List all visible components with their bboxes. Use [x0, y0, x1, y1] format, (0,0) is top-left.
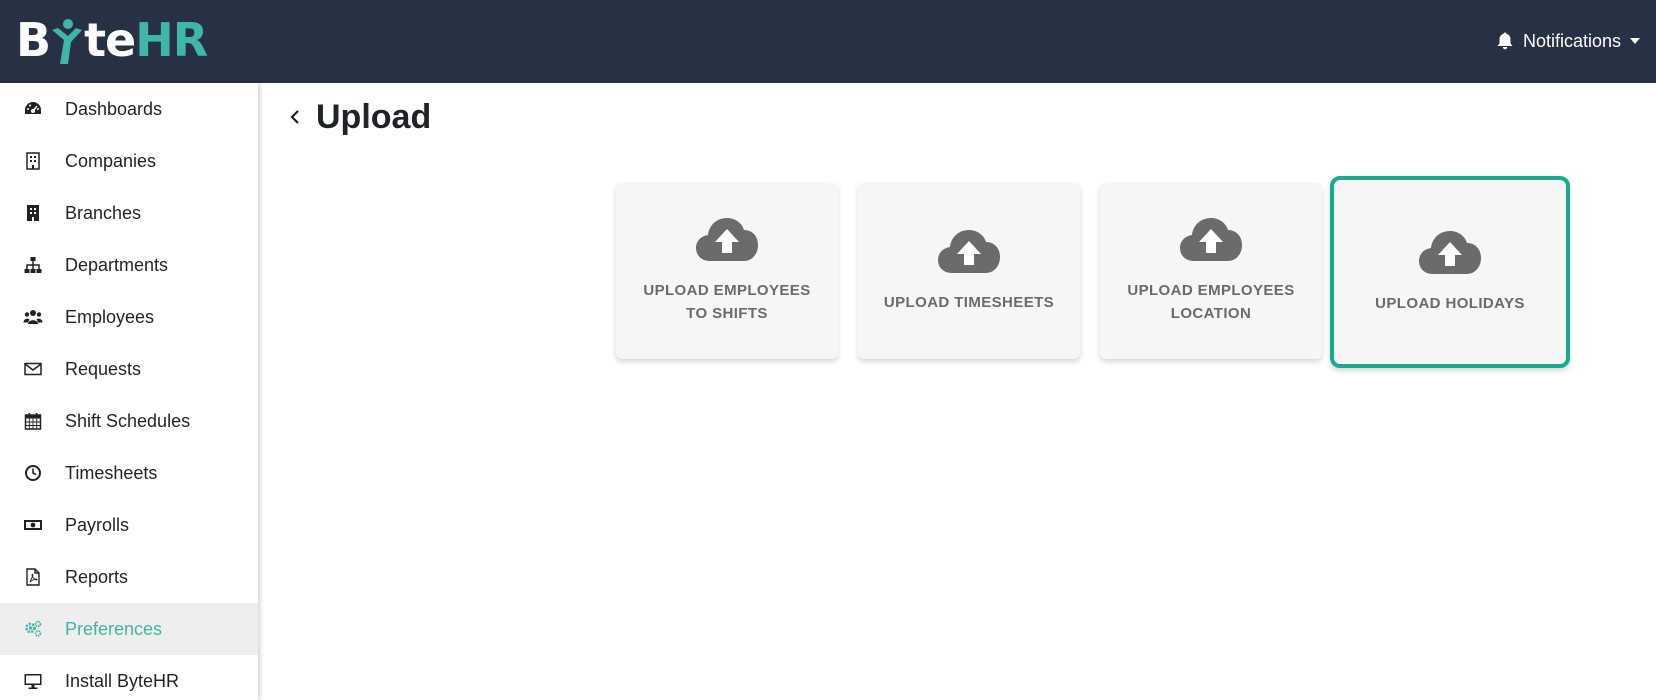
upload-holidays-card[interactable]: UPLOAD HOLIDAYS	[1330, 176, 1570, 368]
logo-prefix: B	[16, 13, 51, 67]
sidebar-item-requests[interactable]: Requests	[0, 343, 258, 395]
sidebar-item-label: Companies	[65, 150, 157, 171]
logo-mid: te	[84, 13, 136, 67]
sidebar-item-preferences[interactable]: Preferences	[0, 603, 258, 655]
building-outline-icon	[26, 152, 40, 170]
sidebar-item-reports[interactable]: Reports	[0, 551, 258, 603]
sidebar-item-departments[interactable]: Departments	[0, 239, 258, 291]
org-chart-icon	[24, 257, 42, 273]
cloud-upload-icon	[938, 229, 1000, 273]
notifications-label: Notifications	[1522, 30, 1621, 51]
sidebar-item-label: Requests	[65, 358, 142, 379]
clock-icon	[25, 465, 41, 481]
bytehr-logo[interactable]: B teHR	[16, 13, 208, 67]
envelope-icon	[24, 362, 42, 376]
main-content: Upload UPLOAD EMPLOYEES TO SHIFTS UPLOAD…	[258, 83, 1656, 700]
notifications-dropdown[interactable]: Notifications	[1495, 28, 1640, 54]
pdf-file-icon	[26, 568, 40, 586]
sidebar-item-employees[interactable]: Employees	[0, 291, 258, 343]
logo-figure-icon	[52, 19, 83, 64]
building-icon	[27, 205, 39, 221]
caret-down-icon	[1630, 38, 1640, 44]
desktop-icon	[24, 674, 42, 689]
cloud-upload-icon	[696, 218, 758, 261]
sidebar-item-label: Employees	[65, 306, 155, 327]
page-title: Upload	[316, 97, 432, 136]
card-label: UPLOAD EMPLOYEES TO SHIFTS	[643, 282, 811, 322]
sidebar-item-label: Timesheets	[65, 462, 158, 483]
sidebar-item-label: Departments	[65, 254, 169, 275]
upload-employees-to-shifts-card[interactable]: UPLOAD EMPLOYEES TO SHIFTS	[616, 183, 838, 359]
card-label: UPLOAD EMPLOYEES LOCATION	[1127, 282, 1295, 322]
dashboard-icon	[25, 102, 41, 114]
money-icon	[24, 520, 42, 530]
sidebar-item-label: Branches	[65, 202, 142, 223]
sidebar-item-payrolls[interactable]: Payrolls	[0, 499, 258, 551]
sidebar-item-timesheets[interactable]: Timesheets	[0, 447, 258, 499]
upload-timesheets-card[interactable]: UPLOAD TIMESHEETS	[858, 183, 1080, 359]
cloud-upload-icon	[1419, 230, 1481, 274]
sidebar-item-label: Reports	[65, 566, 129, 587]
upload-employees-location-card[interactable]: UPLOAD EMPLOYEES LOCATION	[1100, 183, 1322, 359]
sidebar-item-label: Preferences	[65, 618, 163, 639]
logo-suffix: HR	[135, 13, 208, 67]
top-bar: B teHR Notifications	[0, 0, 1656, 83]
users-icon	[23, 310, 43, 324]
sidebar-item-companies[interactable]: Companies	[0, 135, 258, 187]
calendar-icon	[24, 413, 42, 430]
sidebar-item-label: Payrolls	[65, 514, 130, 535]
sidebar-item-shift-schedules[interactable]: Shift Schedules	[0, 395, 258, 447]
sidebar: Dashboards Companies Branches Department…	[0, 83, 258, 700]
sidebar-item-dashboards[interactable]: Dashboards	[0, 83, 258, 135]
sidebar-item-label: Shift Schedules	[65, 410, 191, 431]
sidebar-item-install-bytehr[interactable]: Install ByteHR	[0, 655, 258, 700]
chevron-left-icon[interactable]	[288, 107, 302, 127]
sidebar-item-label: Install ByteHR	[65, 670, 180, 691]
sidebar-item-branches[interactable]: Branches	[0, 187, 258, 239]
sidebar-item-label: Dashboards	[65, 98, 163, 119]
page-header: Upload	[288, 97, 431, 137]
card-label: UPLOAD TIMESHEETS	[883, 293, 1055, 311]
bell-icon	[1497, 32, 1513, 50]
card-label: UPLOAD HOLIDAYS	[1375, 294, 1525, 312]
cloud-upload-icon	[1180, 218, 1242, 261]
cogs-icon	[25, 620, 42, 637]
